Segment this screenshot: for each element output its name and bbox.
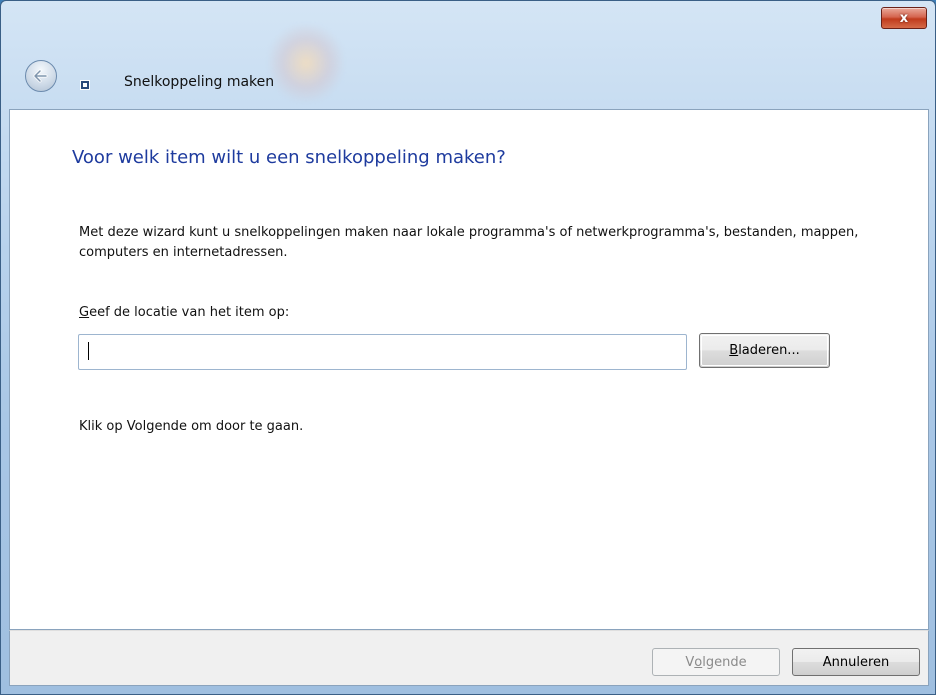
- next-label-start: V: [685, 654, 695, 670]
- location-label: Geef de locatie van het item op:: [79, 305, 289, 320]
- wizard-description: Met deze wizard kunt u snelkoppelingen m…: [79, 225, 859, 260]
- page-heading: Voor welk item wilt u een snelkoppeling …: [72, 147, 506, 168]
- location-label-accelerator: G: [79, 305, 90, 320]
- next-accelerator: o: [694, 654, 703, 670]
- instruction-text: Klik op Volgende om door te gaan.: [79, 419, 304, 434]
- cancel-button[interactable]: Annuleren: [792, 648, 920, 676]
- button-bar: Vo lgende Annuleren: [9, 630, 929, 686]
- location-label-text: eef de locatie van het item op:: [89, 305, 290, 320]
- next-button[interactable]: Vo lgende: [652, 648, 780, 676]
- browse-label: laderen...: [738, 343, 800, 358]
- title-bar[interactable]: x Snelkoppeling maken: [1, 1, 935, 109]
- close-icon: x: [899, 10, 909, 26]
- back-arrow-icon: [33, 69, 48, 83]
- cancel-label: Annuleren: [822, 654, 890, 670]
- browse-button[interactable]: Bladeren...: [699, 333, 830, 368]
- close-button[interactable]: x: [881, 7, 927, 29]
- browse-accelerator: B: [729, 343, 739, 358]
- title-glow: [269, 25, 343, 101]
- location-input[interactable]: [78, 334, 687, 370]
- wizard-content: Voor welk item wilt u een snelkoppeling …: [9, 109, 929, 630]
- wizard-window: x Snelkoppeling maken Voor welk item wil…: [0, 0, 936, 695]
- back-button[interactable]: [25, 60, 57, 92]
- shortcut-icon: [80, 80, 90, 90]
- window-title: Snelkoppeling maken: [124, 74, 275, 90]
- text-caret: [88, 342, 89, 360]
- next-label-end: lgende: [702, 654, 747, 670]
